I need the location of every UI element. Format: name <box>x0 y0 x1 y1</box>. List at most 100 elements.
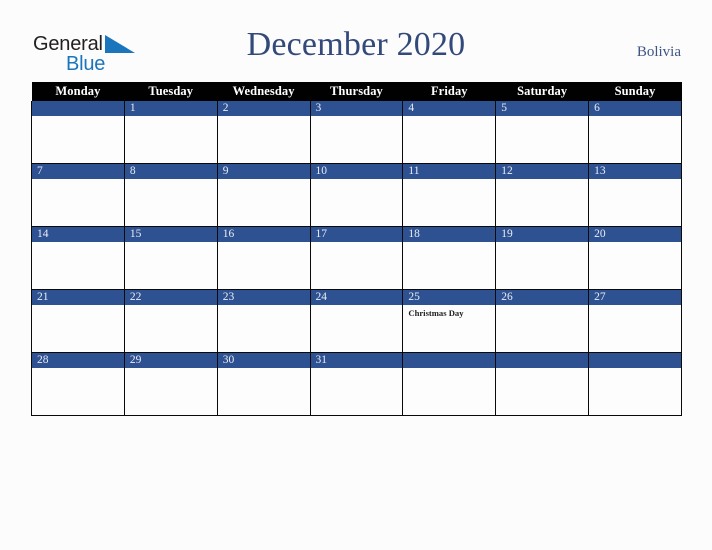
day-event <box>218 305 310 308</box>
day-number: 20 <box>589 227 681 242</box>
day-number: 31 <box>310 353 403 368</box>
day-number: 24 <box>310 290 403 305</box>
weekday-header-saturday: Saturday <box>495 82 589 101</box>
day-event <box>589 242 681 245</box>
calendar-day-cell[interactable]: 11 <box>402 163 497 227</box>
calendar-day-cell[interactable]: 10 <box>309 163 404 227</box>
calendar-page: General Blue December 2020 Bolivia Monda… <box>0 0 712 550</box>
calendar-day-cell[interactable]: 6 <box>588 101 682 164</box>
calendar-day-cell[interactable]: 18 <box>402 226 497 290</box>
calendar-day-cell[interactable]: 22 <box>123 289 218 353</box>
calendar-day-cell[interactable]: 4 <box>402 101 497 164</box>
day-event <box>589 368 681 371</box>
day-event <box>589 179 681 182</box>
day-number: 10 <box>310 164 403 179</box>
day-event <box>125 305 217 308</box>
calendar-day-cell[interactable]: 7 <box>31 163 125 227</box>
calendar-day-cell[interactable] <box>402 352 497 416</box>
day-event <box>218 179 310 182</box>
calendar-day-cell[interactable]: 17 <box>309 226 404 290</box>
day-number: 17 <box>310 227 403 242</box>
calendar-week-row: 14 15 16 17 18 19 20 <box>31 226 682 290</box>
weekday-header-monday: Monday <box>31 82 125 101</box>
calendar-day-cell[interactable]: 5 <box>495 101 590 164</box>
day-number: 13 <box>589 164 681 179</box>
day-number <box>589 353 681 368</box>
calendar-day-cell[interactable]: 20 <box>588 226 682 290</box>
calendar-day-cell[interactable]: 24 <box>309 289 404 353</box>
day-number: 23 <box>217 290 310 305</box>
calendar-day-cell[interactable]: 21 <box>31 289 125 353</box>
day-number: 28 <box>32 353 124 368</box>
calendar-day-cell[interactable]: 14 <box>31 226 125 290</box>
day-event <box>218 368 310 371</box>
day-event: Christmas Day <box>408 308 464 318</box>
country-label: Bolivia <box>636 44 681 60</box>
page-title: December 2020 <box>246 26 466 63</box>
calendar-day-cell[interactable]: 9 <box>216 163 311 227</box>
day-number: 2 <box>217 101 310 116</box>
day-event <box>32 368 124 371</box>
day-number: 7 <box>32 164 124 179</box>
day-event <box>218 242 310 245</box>
day-event <box>496 242 588 245</box>
day-number: 19 <box>496 227 589 242</box>
day-event <box>496 116 588 119</box>
day-number: 30 <box>217 353 310 368</box>
day-number: 22 <box>124 290 217 305</box>
day-number: 5 <box>496 101 589 116</box>
calendar-day-cell[interactable]: 15 <box>123 226 218 290</box>
calendar-day-cell[interactable] <box>31 101 125 164</box>
day-event <box>311 179 403 182</box>
calendar-day-cell[interactable]: 3 <box>309 101 404 164</box>
calendar-day-cell[interactable]: 25 Christmas Day <box>402 289 497 353</box>
calendar-day-cell[interactable]: 23 <box>216 289 311 353</box>
day-event <box>589 305 681 308</box>
calendar-day-cell[interactable]: 16 <box>216 226 311 290</box>
day-event <box>32 116 124 119</box>
day-event <box>32 242 124 245</box>
calendar-day-cell[interactable]: 13 <box>588 163 682 227</box>
day-event <box>125 242 217 245</box>
day-number: 26 <box>496 290 589 305</box>
day-event <box>496 368 588 371</box>
day-event <box>32 305 124 308</box>
calendar-day-cell[interactable]: 27 <box>588 289 682 353</box>
calendar-day-cell[interactable]: 2 <box>216 101 311 164</box>
day-number: 25 <box>403 290 496 305</box>
calendar-grid: Monday Tuesday Wednesday Thursday Friday… <box>31 82 682 416</box>
day-event <box>589 116 681 119</box>
day-event <box>496 305 588 308</box>
weekday-header-row: Monday Tuesday Wednesday Thursday Friday… <box>31 82 682 101</box>
calendar-day-cell[interactable]: 1 <box>123 101 218 164</box>
calendar-day-cell[interactable]: 31 <box>309 352 404 416</box>
calendar-week-row: 1 2 3 4 5 6 <box>31 101 682 164</box>
day-number: 21 <box>32 290 124 305</box>
day-number: 3 <box>310 101 403 116</box>
day-number: 16 <box>217 227 310 242</box>
day-event <box>403 242 495 245</box>
calendar-day-cell[interactable] <box>495 352 590 416</box>
day-event <box>218 116 310 119</box>
calendar-day-cell[interactable]: 26 <box>495 289 590 353</box>
weekday-header-wednesday: Wednesday <box>217 82 311 101</box>
day-event <box>403 368 495 371</box>
weekday-header-friday: Friday <box>402 82 496 101</box>
calendar-week-row: 21 22 23 24 25 Christmas Day 26 27 <box>31 289 682 353</box>
calendar-day-cell[interactable] <box>588 352 682 416</box>
calendar-day-cell[interactable]: 30 <box>216 352 311 416</box>
day-number: 1 <box>124 101 217 116</box>
calendar-day-cell[interactable]: 28 <box>31 352 125 416</box>
calendar-day-cell[interactable]: 12 <box>495 163 590 227</box>
calendar-day-cell[interactable]: 29 <box>123 352 218 416</box>
day-number <box>403 353 496 368</box>
calendar-week-row: 7 8 9 10 11 12 13 <box>31 163 682 227</box>
day-event <box>311 242 403 245</box>
calendar-day-cell[interactable]: 8 <box>123 163 218 227</box>
day-event <box>403 116 495 119</box>
day-number: 6 <box>589 101 681 116</box>
day-event <box>125 179 217 182</box>
calendar-day-cell[interactable]: 19 <box>495 226 590 290</box>
day-number: 11 <box>403 164 496 179</box>
calendar-week-row: 28 29 30 31 <box>31 352 682 416</box>
